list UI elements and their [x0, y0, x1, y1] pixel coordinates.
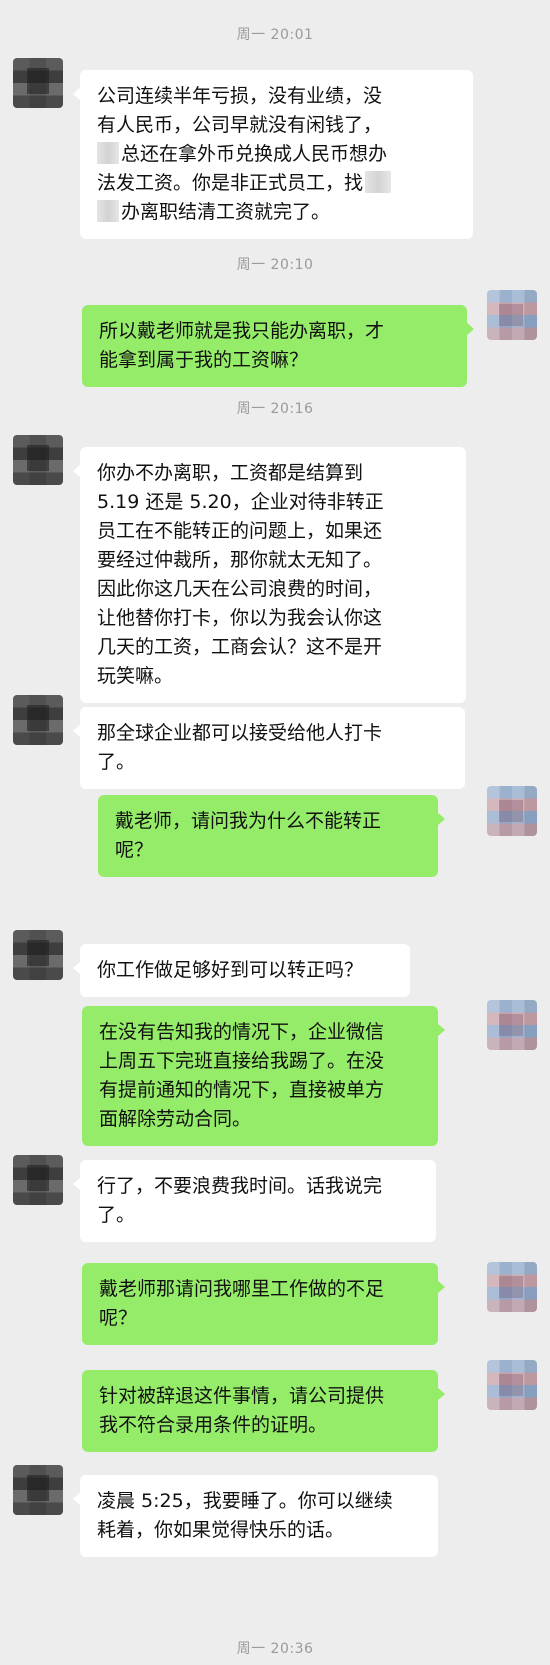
redacted-text — [97, 142, 119, 164]
message-line: 5.19 还是 5.20，企业对待非转正 — [97, 491, 384, 513]
contact-avatar[interactable] — [13, 1465, 63, 1515]
message-line: 行了，不要浪费我时间。话我说完 — [97, 1175, 383, 1197]
message-line: 凌晨 5:25，我要睡了。你可以继续 — [97, 1490, 393, 1512]
contact-avatar[interactable] — [13, 1155, 63, 1205]
message-bubble-received[interactable]: 行了，不要浪费我时间。话我说完 了。 — [73, 1160, 436, 1242]
message-line: 能拿到属于我的工资嘛？ — [99, 349, 309, 371]
message-line: 呢？ — [115, 839, 154, 861]
message-line: 在没有告知我的情况下，企业微信 — [99, 1021, 385, 1043]
message-bubble-sent[interactable]: 戴老师那请问我哪里工作做的不足 呢？ — [82, 1263, 445, 1345]
message-line: 你办不办离职，工资都是结算到 — [97, 462, 364, 484]
message-line: 玩笑嘛。 — [97, 665, 174, 687]
message-line: 戴老师那请问我哪里工作做的不足 — [99, 1278, 385, 1300]
message-line: 让他替你打卡，你以为我会认你这 — [97, 607, 383, 629]
message-bubble-received[interactable]: 凌晨 5:25，我要睡了。你可以继续 耗着，你如果觉得快乐的话。 — [73, 1475, 438, 1557]
message-line: 法发工资。你是非正式员工，找 — [97, 169, 458, 198]
message-line: 针对被辞退这件事情，请公司提供 — [99, 1385, 385, 1407]
message-line: 所以戴老师就是我只能办离职，才 — [99, 320, 385, 342]
message-line: 我不符合录用条件的证明。 — [99, 1414, 328, 1436]
message-bubble-sent[interactable]: 在没有告知我的情况下，企业微信 上周五下完班直接给我踢了。在没 有提前通知的情况… — [82, 1006, 445, 1146]
message-line: 办离职结清工资就完了。 — [97, 198, 458, 227]
message-bubble-sent[interactable]: 针对被辞退这件事情，请公司提供 我不符合录用条件的证明。 — [82, 1370, 445, 1452]
contact-avatar[interactable] — [13, 435, 63, 485]
user-avatar[interactable] — [487, 1262, 537, 1312]
message-line: 戴老师，请问我为什么不能转正 — [115, 810, 382, 832]
message-line: 几天的工资，工商会认？这不是开 — [97, 636, 383, 658]
message-line: 因此你这几天在公司浪费的时间， — [97, 578, 383, 600]
contact-avatar[interactable] — [13, 695, 63, 745]
message-line: 员工在不能转正的问题上，如果还 — [97, 520, 383, 542]
message-bubble-received[interactable]: 那全球企业都可以接受给他人打卡 了。 — [73, 707, 465, 789]
message-line: 耗着，你如果觉得快乐的话。 — [97, 1519, 345, 1541]
user-avatar[interactable] — [487, 290, 537, 340]
message-bubble-sent[interactable]: 戴老师，请问我为什么不能转正 呢？ — [98, 795, 445, 877]
message-line: 公司连续半年亏损，没有业绩，没 — [97, 85, 383, 107]
message-line: 呢？ — [99, 1307, 138, 1329]
message-line: 你工作做足够好到可以转正吗？ — [97, 959, 364, 981]
message-bubble-sent[interactable]: 所以戴老师就是我只能办离职，才 能拿到属于我的工资嘛？ — [82, 305, 474, 387]
redacted-text — [365, 171, 392, 193]
timestamp: 周一 20:01 — [236, 27, 314, 43]
user-avatar[interactable] — [487, 1360, 537, 1410]
message-line: 总还在拿外币兑换成人民币想办 — [97, 140, 458, 169]
message-line: 有提前通知的情况下，直接被单方 — [99, 1079, 385, 1101]
message-line: 了。 — [97, 1204, 136, 1226]
user-avatar[interactable] — [487, 786, 537, 836]
contact-avatar[interactable] — [13, 930, 63, 980]
message-bubble-received[interactable]: 公司连续半年亏损，没有业绩，没 有人民币，公司早就没有闲钱了， 总还在拿外币兑换… — [73, 70, 473, 239]
contact-avatar[interactable] — [13, 58, 63, 108]
message-line: 上周五下完班直接给我踢了。在没 — [99, 1050, 385, 1072]
message-line: 了。 — [97, 751, 136, 773]
timestamp: 周一 20:36 — [236, 1641, 314, 1657]
message-bubble-received[interactable]: 你办不办离职，工资都是结算到 5.19 还是 5.20，企业对待非转正 员工在不… — [73, 447, 466, 703]
message-line: 面解除劳动合同。 — [99, 1108, 252, 1130]
user-avatar[interactable] — [487, 1000, 537, 1050]
redacted-text — [97, 200, 119, 222]
timestamp: 周一 20:10 — [236, 257, 314, 273]
message-line: 要经过仲裁所，那你就太无知了。 — [97, 549, 383, 571]
timestamp: 周一 20:16 — [236, 401, 314, 417]
message-line: 那全球企业都可以接受给他人打卡 — [97, 722, 383, 744]
message-bubble-received[interactable]: 你工作做足够好到可以转正吗？ — [73, 944, 410, 997]
message-line: 有人民币，公司早就没有闲钱了， — [97, 114, 383, 136]
